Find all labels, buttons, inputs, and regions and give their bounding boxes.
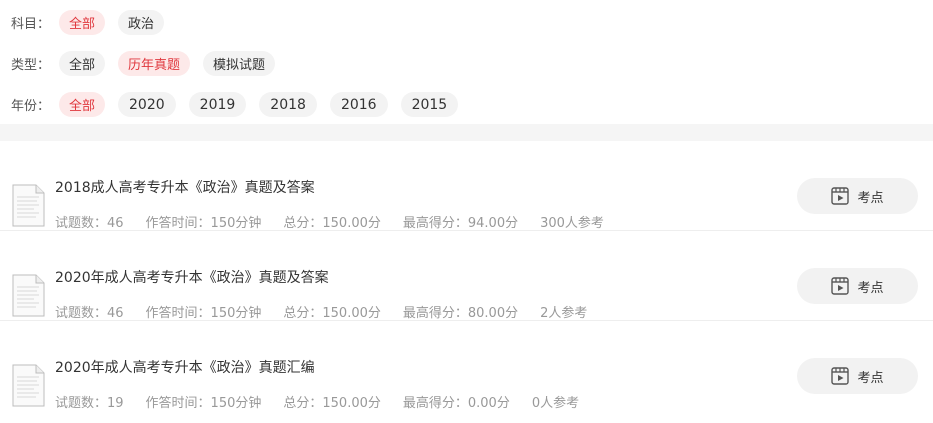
key-points-label: 考点 [857, 190, 884, 206]
paper-item: 2020年成人高考专升本《政治》真题汇编 试题数：19 作答时间：150分钟 总… [0, 321, 933, 411]
paper-meta: 试题数：46 作答时间：150分钟 总分：150.00分 最高得分：80.00分… [55, 302, 609, 321]
answer-time: 作答时间：150分钟 [145, 216, 262, 231]
answer-time: 作答时间：150分钟 [145, 396, 262, 411]
best-score: 最高得分：94.00分 [402, 216, 519, 231]
filter-label-year: 年份： [11, 99, 51, 114]
year-chip-2019[interactable]: 2019 [188, 92, 247, 117]
key-points-label: 考点 [857, 370, 884, 386]
year-chip-2018[interactable]: 2018 [259, 92, 317, 117]
document-icon [12, 274, 45, 317]
key-points-button[interactable]: 考点 [797, 358, 918, 394]
question-count: 试题数：19 [55, 396, 124, 411]
best-score: 最高得分：0.00分 [402, 396, 510, 411]
participant-count: 300人参考 [540, 216, 604, 231]
document-icon [12, 364, 45, 407]
best-score: 最高得分：80.00分 [402, 306, 519, 321]
key-points-label: 考点 [857, 280, 884, 296]
paper-meta: 试题数：46 作答时间：150分钟 总分：150.00分 最高得分：94.00分… [55, 212, 626, 231]
filter-row-type: 类型： 全部 历年真题 模拟试题 [0, 43, 933, 84]
total-score: 总分：150.00分 [283, 216, 381, 231]
filter-label-subject: 科目： [11, 17, 51, 32]
document-icon [12, 184, 45, 227]
section-divider [0, 124, 933, 141]
year-chip-2015[interactable]: 2015 [400, 92, 459, 117]
filter-row-year: 年份： 全部 2020 2019 2018 2016 2015 [0, 84, 933, 125]
key-points-button[interactable]: 考点 [797, 268, 918, 304]
paper-title[interactable]: 2020年成人高考专升本《政治》真题及答案 [55, 267, 329, 287]
participant-count: 0人参考 [531, 396, 580, 411]
filter-row-subject: 科目： 全部 政治 [0, 2, 933, 43]
paper-title[interactable]: 2020年成人高考专升本《政治》真题汇编 [55, 357, 315, 377]
subject-chip-all[interactable]: 全部 [59, 10, 106, 35]
play-icon [831, 277, 850, 295]
paper-item: 2018成人高考专升本《政治》真题及答案 试题数：46 作答时间：150分钟 总… [0, 141, 933, 231]
play-icon [831, 187, 850, 205]
type-chip-mock-exams[interactable]: 模拟试题 [203, 51, 276, 76]
answer-time: 作答时间：150分钟 [145, 306, 262, 321]
key-points-button[interactable]: 考点 [797, 178, 918, 214]
filter-label-type: 类型： [11, 58, 51, 73]
total-score: 总分：150.00分 [283, 306, 381, 321]
question-count: 试题数：46 [55, 306, 124, 321]
participant-count: 2人参考 [540, 306, 588, 321]
total-score: 总分：150.00分 [283, 396, 381, 411]
play-icon [831, 367, 850, 385]
paper-title[interactable]: 2018成人高考专升本《政治》真题及答案 [55, 177, 315, 197]
type-chip-all[interactable]: 全部 [59, 51, 106, 76]
type-chip-past-exams[interactable]: 历年真题 [118, 51, 191, 76]
year-chip-2020[interactable]: 2020 [118, 92, 176, 117]
filter-panel: 科目： 全部 政治 类型： 全部 历年真题 模拟试题 年份： 全部 2020 2… [0, 0, 933, 125]
paper-item: 2020年成人高考专升本《政治》真题及答案 试题数：46 作答时间：150分钟 … [0, 231, 933, 321]
subject-chip-politics[interactable]: 政治 [118, 10, 165, 35]
paper-list: 2018成人高考专升本《政治》真题及答案 试题数：46 作答时间：150分钟 总… [0, 141, 933, 411]
question-count: 试题数：46 [55, 216, 124, 231]
year-chip-all[interactable]: 全部 [59, 92, 106, 117]
year-chip-2016[interactable]: 2016 [329, 92, 388, 117]
paper-meta: 试题数：19 作答时间：150分钟 总分：150.00分 最高得分：0.00分 … [55, 392, 601, 411]
